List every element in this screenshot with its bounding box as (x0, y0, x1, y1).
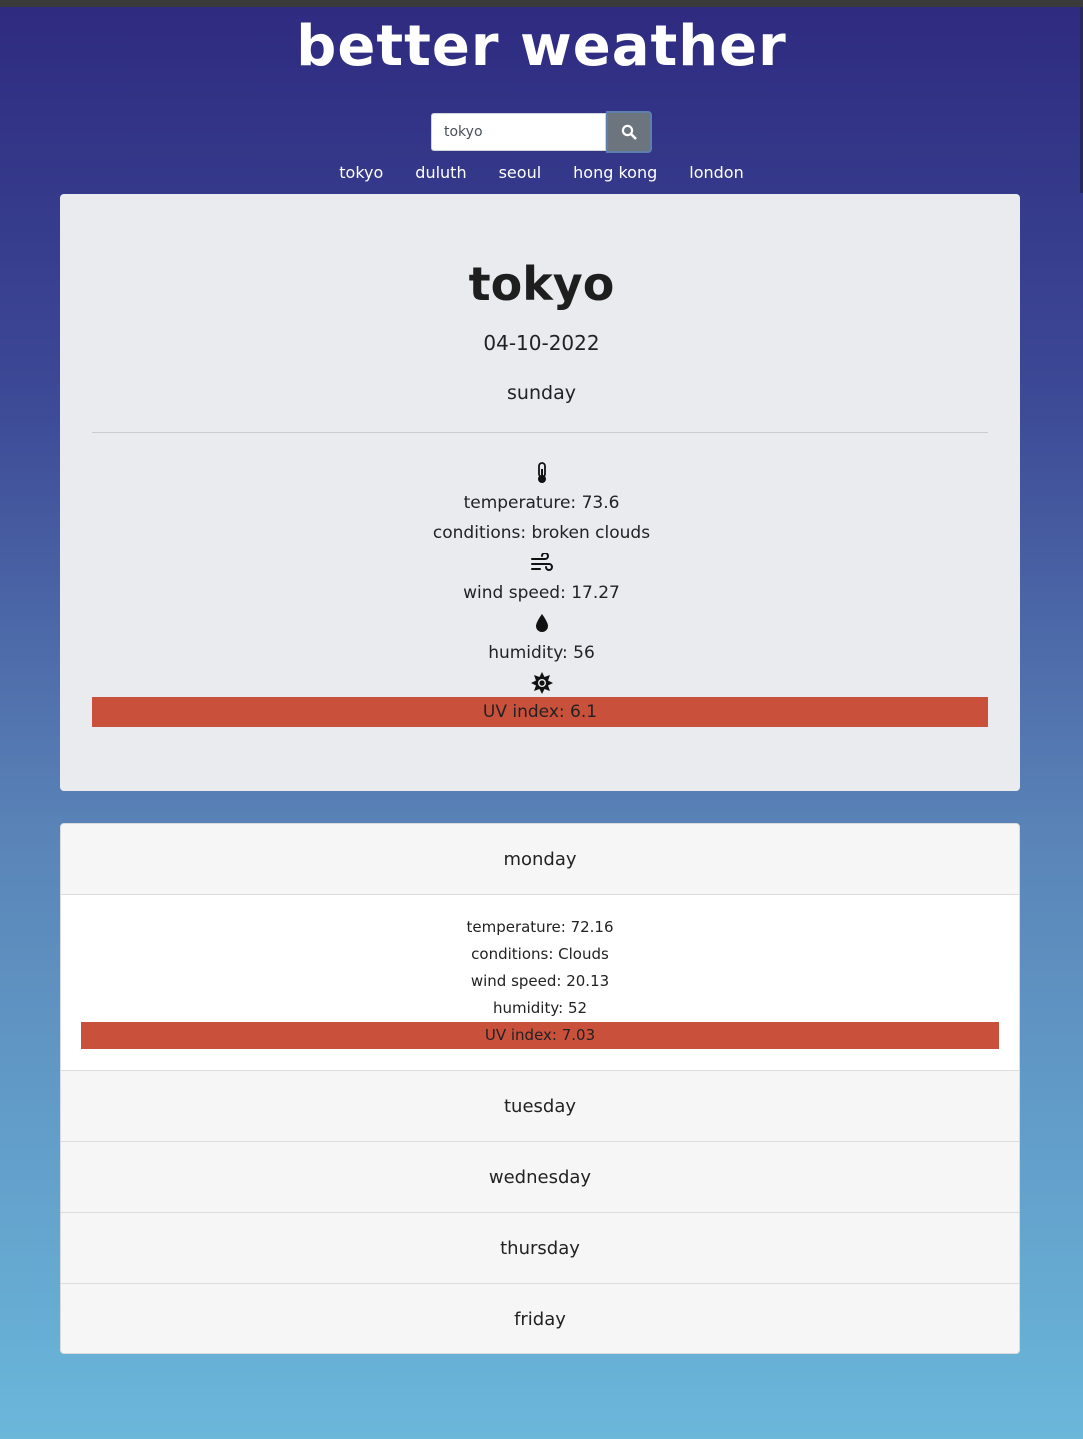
forecast-wind-speed: wind speed: 20.13 (470, 972, 610, 990)
city-link-london[interactable]: london (689, 160, 743, 186)
city-link-duluth[interactable]: duluth (415, 160, 466, 186)
droplet-icon-row (0, 611, 1083, 635)
search-icon (621, 124, 637, 140)
current-wind-speed: wind speed: 17.27 (463, 583, 620, 603)
city-search-input[interactable] (431, 113, 606, 151)
current-weekday: sunday (507, 382, 576, 404)
city-link-hong-kong[interactable]: hong kong (573, 160, 657, 186)
sun-icon (530, 672, 553, 694)
thermometer-icon-row (0, 461, 1083, 485)
city-link-tokyo[interactable]: tokyo (339, 160, 383, 186)
current-city-name: tokyo (468, 257, 615, 311)
current-conditions: conditions: broken clouds (432, 523, 651, 543)
wind-icon (530, 553, 553, 571)
forecast-uv-index: UV index: 7.03 (81, 1022, 999, 1049)
forecast-conditions: conditions: Clouds (471, 945, 609, 963)
current-temperature: temperature: 73.6 (463, 493, 620, 513)
forecast-humidity: humidity: 52 (492, 999, 588, 1017)
forecast-day-tuesday[interactable]: tuesday (61, 1071, 1019, 1142)
droplet-icon (535, 614, 548, 632)
current-humidity: humidity: 56 (488, 643, 595, 663)
forecast-accordion: monday temperature: 72.16 conditions: Cl… (60, 823, 1020, 1354)
browser-top-strip (0, 0, 1083, 7)
forecast-day-wednesday[interactable]: wednesday (61, 1142, 1019, 1213)
city-link-seoul[interactable]: seoul (499, 160, 542, 186)
thermometer-icon (537, 462, 546, 483)
card-divider (92, 432, 988, 433)
forecast-day-thursday[interactable]: thursday (61, 1213, 1019, 1284)
forecast-temperature: temperature: 72.16 (466, 918, 614, 936)
forecast-day-friday[interactable]: friday (61, 1284, 1019, 1353)
forecast-monday-details: temperature: 72.16 conditions: Clouds wi… (61, 895, 1019, 1070)
current-uv-index: UV index: 6.1 (92, 697, 988, 727)
app-title: better weather (296, 14, 787, 79)
sun-icon-row (0, 671, 1083, 695)
recent-cities-nav: tokyo duluth seoul hong kong london (0, 160, 1083, 186)
wind-icon-row (0, 551, 1083, 575)
search-button[interactable] (606, 111, 652, 153)
current-date: 04-10-2022 (483, 331, 600, 355)
forecast-day-monday[interactable]: monday (61, 824, 1019, 895)
